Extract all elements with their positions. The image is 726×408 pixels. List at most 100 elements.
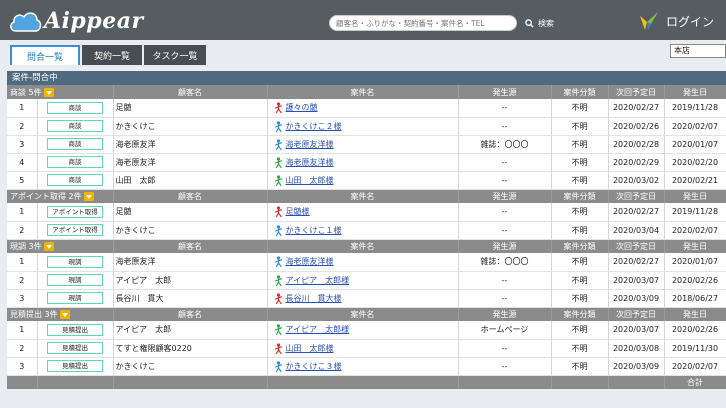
source-cell: -- [458,221,552,240]
tab-contract-list[interactable]: 契約一覧 [82,45,142,65]
case-link[interactable]: かきくけこ２様 [286,122,342,131]
table-row[interactable]: 4 商談 海老原友洋 海老原友洋様 -- 不明 2020/02/29 2020/02/20 [7,153,726,172]
status-badge[interactable]: 商談 [47,174,103,186]
category-cell: 不明 [551,253,609,272]
row-number: 1 [7,321,38,340]
person-green-icon [274,324,282,336]
tab-inquiry-list[interactable]: 問合一覧 [10,45,80,65]
case-link[interactable]: 山田 太郎様 [286,344,334,353]
chevron-down-icon[interactable] [43,87,54,97]
column-header-customer: 顧客名 [113,189,268,203]
table-row[interactable]: 2 商談 かきくけこ かきくけこ２様 -- 不明 2020/02/26 2020/02/07 [7,117,726,136]
source-cell: -- [458,153,552,172]
source-cell: 雑誌：〇〇〇 [458,135,552,154]
customer-name: てすと権限顧客0220 [113,339,268,358]
column-header-customer: 顧客名 [113,85,268,99]
case-link[interactable]: 護々の髄 [286,103,318,112]
case-link[interactable]: 海老原友洋様 [286,158,334,167]
case-link[interactable]: 長谷川 貫大様 [286,294,342,303]
column-header-case: 案件名 [267,85,459,99]
store-select[interactable]: 本店 [670,44,726,58]
status-badge[interactable]: アポイント取得 [47,205,103,218]
case-cell: 山田 太郎様 [267,171,459,190]
case-link[interactable]: 足髄様 [286,207,310,216]
case-cell: アイピア 太郎様 [267,321,459,340]
group-label: 見積提出 3件 [7,307,114,321]
column-header-source: 発生源 [458,307,552,321]
search-input[interactable] [329,15,517,31]
tab-task-list[interactable]: タスク一覧 [144,45,206,65]
case-link[interactable]: アイピア 太郎様 [286,276,350,285]
table-row[interactable]: 3 現調 長谷川 貫大 長谷川 貫大様 -- 不明 2020/03/09 2018/06/27 [7,289,726,308]
row-number: 2 [7,271,38,290]
case-link[interactable]: かきくけこ３様 [286,362,342,371]
status-cell: アポイント取得 [37,221,114,240]
date-cell: 2019/11/30 [664,339,726,358]
status-badge[interactable]: 見積提出 [47,360,103,372]
date-cell: 2020/01/07 [664,135,726,154]
column-header-date: 発生日 [664,189,726,203]
status-cell: アポイント取得 [37,203,114,222]
search-button[interactable]: 検索 [525,14,554,32]
table-row[interactable]: 1 商談 足髄 護々の髄 -- 不明 2020/02/27 2019/11/28 [7,99,726,118]
table-row[interactable]: 1 アポイント取得 足髄 足髄様 -- 不明 2020/02/27 2019/11/28 [7,203,726,222]
status-badge[interactable]: 商談 [47,138,103,150]
status-badge[interactable]: 見積提出 [47,323,103,336]
table-row[interactable]: 1 現調 海老原友洋 海老原友洋様 雑誌：〇〇〇 不明 2020/02/27 2020/01/… [7,253,726,272]
row-number: 3 [7,357,38,376]
case-link[interactable]: アイピア 太郎様 [286,325,350,334]
status-badge[interactable]: 商談 [47,156,103,168]
chevron-down-icon[interactable] [83,191,94,201]
group-header-row: アポイント取得 2件 顧客名 案件名 発生源 案件分類 次回予定日 発生日 [7,189,726,203]
row-number: 2 [7,221,38,240]
column-header-source: 発生源 [458,189,552,203]
customer-name: 足髄 [113,203,268,222]
next-date-cell: 2020/02/27 [608,253,665,272]
footer-cell [458,375,552,389]
column-header-date: 発生日 [664,239,726,253]
next-date-cell: 2020/02/26 [608,117,665,136]
case-link[interactable]: 山田 太郎様 [286,176,334,185]
chevron-down-icon[interactable] [59,309,70,319]
next-date-cell: 2020/03/07 [608,271,665,290]
case-cell: かきくけこ２様 [267,117,459,136]
case-cell: アイピア 太郎様 [267,271,459,290]
customer-name: 海老原友洋 [113,253,268,272]
chevron-down-icon[interactable] [43,241,54,251]
row-number: 3 [7,289,38,308]
table-row[interactable]: 1 見積提出 アイピア 太郎 アイピア 太郎様 ホームページ 不明 2020/03/07 20… [7,321,726,340]
source-cell: -- [458,357,552,376]
case-link[interactable]: 海老原友洋様 [286,140,334,149]
status-cell: 見積提出 [37,339,114,358]
status-badge[interactable]: アポイント取得 [47,224,103,236]
table-row[interactable]: 3 見積提出 かきくけこ かきくけこ３様 -- 不明 2020/03/09 2020/02/0… [7,357,726,376]
login-link[interactable]: ログイン [638,8,714,34]
table-row[interactable]: 3 商談 海老原友洋 海老原友洋様 雑誌：〇〇〇 不明 2020/02/28 2020/01/… [7,135,726,154]
column-header-next-date: 次回予定日 [608,239,665,253]
status-badge[interactable]: 現調 [47,255,103,268]
next-date-cell: 2020/02/28 [608,135,665,154]
category-cell: 不明 [551,203,609,222]
row-number: 4 [7,153,38,172]
next-date-cell: 2020/02/29 [608,153,665,172]
case-table: 商談 5件 顧客名 案件名 発生源 案件分類 次回予定日 発生日 1 商談 足髄 護々の髄 -- 不明 2… [7,85,726,389]
table-row[interactable]: 2 アポイント取得 かきくけこ かきくけこ１様 -- 不明 2020/03/04 2020/0… [7,221,726,240]
status-cell: 見積提出 [37,321,114,340]
status-badge[interactable]: 見積提出 [47,342,103,354]
category-cell: 不明 [551,339,609,358]
case-link[interactable]: かきくけこ１様 [286,226,342,235]
table-row[interactable]: 2 現調 アイピア 太郎 アイピア 太郎様 -- 不明 2020/03/07 2020/02/… [7,271,726,290]
tab-bar: 問合一覧 契約一覧 タスク一覧 本店 [0,40,726,68]
table-row[interactable]: 2 見積提出 てすと権限顧客0220 山田 太郎様 -- 不明 2020/03/08 2019… [7,339,726,358]
case-link[interactable]: 海老原友洋様 [286,257,334,266]
logo[interactable]: Aippear [8,7,144,35]
group-header-row: 現調 3件 顧客名 案件名 発生源 案件分類 次回予定日 発生日 [7,239,726,253]
source-cell: -- [458,171,552,190]
status-badge[interactable]: 商談 [47,101,103,114]
status-badge[interactable]: 現調 [47,274,103,286]
status-badge[interactable]: 商談 [47,120,103,132]
table-row[interactable]: 5 商談 山田 太郎 山田 太郎様 -- 不明 2020/03/02 2020/02/21 [7,171,726,190]
status-badge[interactable]: 現調 [47,292,103,304]
status-cell: 商談 [37,99,114,118]
column-header-case: 案件名 [267,307,459,321]
